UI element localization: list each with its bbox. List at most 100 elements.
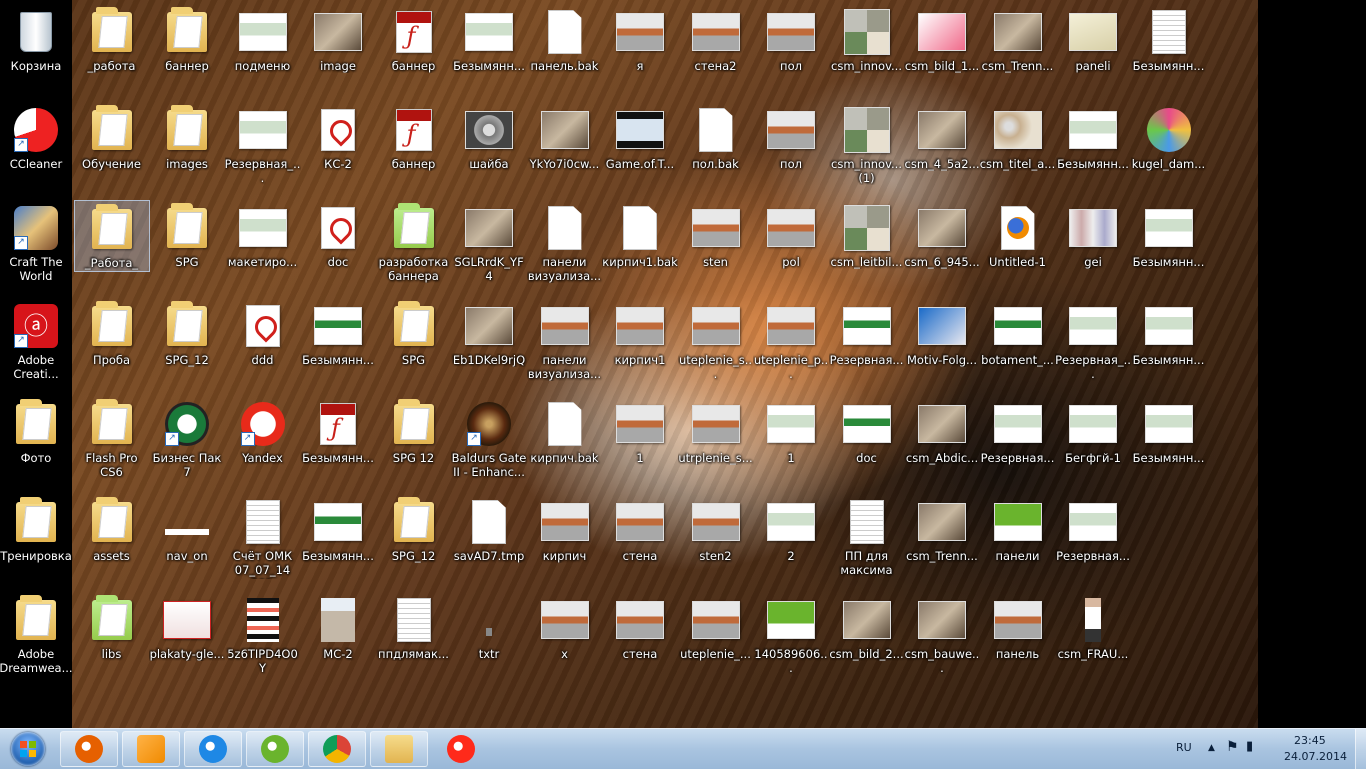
desktop-icon-yandex[interactable]: Yandex xyxy=(225,396,301,492)
show-desktop-button[interactable] xyxy=(1355,729,1366,769)
desktop-icon-панели-визуализа[interactable]: панели визуализа... xyxy=(527,200,603,296)
desktop-icon-craft-the-world[interactable]: Craft The World xyxy=(0,200,74,296)
desktop-icon-1[interactable]: 1 xyxy=(602,396,678,492)
taskbar-chrome-button[interactable] xyxy=(308,731,366,767)
desktop-icon-2[interactable]: 2 xyxy=(753,494,829,590)
desktop-icon-панели[interactable]: панели xyxy=(980,494,1056,590)
desktop-icon-paneli[interactable]: paneli xyxy=(1055,4,1131,100)
desktop-icon-баннер[interactable]: баннер xyxy=(149,4,225,100)
desktop-icon-savad7-tmp[interactable]: savAD7.tmp xyxy=(451,494,527,590)
desktop-icon-пол[interactable]: пол xyxy=(753,102,829,198)
desktop-icon-uteplenie[interactable]: uteplenie_... xyxy=(678,592,754,688)
desktop-icon-панели-визуализа[interactable]: панели визуализа... xyxy=(527,298,603,394)
desktop-icon-я[interactable]: я xyxy=(602,4,678,100)
desktop-icon-панель[interactable]: панель xyxy=(980,592,1056,688)
desktop-icon-ccleaner[interactable]: CCleaner xyxy=(0,102,74,198)
desktop-icon-csm-frau[interactable]: csm_FRAU... xyxy=(1055,592,1131,688)
desktop-icon-макетиро[interactable]: макетиро... xyxy=(225,200,301,296)
desktop-icon-x[interactable]: x xyxy=(527,592,603,688)
desktop-icon-txtr[interactable]: txtr xyxy=(451,592,527,688)
start-button[interactable] xyxy=(4,730,52,768)
language-indicator[interactable]: RU xyxy=(1176,741,1192,754)
desktop-icon-sglrrdk-yf4[interactable]: SGLRrdK_YF4 xyxy=(451,200,527,296)
desktop-icon-adobe-dreamwea[interactable]: Adobe Dreamwea... xyxy=(0,592,74,688)
desktop-icon-резервная[interactable]: Резервная_... xyxy=(225,102,301,198)
taskbar-yandex-browser-button[interactable] xyxy=(432,731,490,767)
desktop-icon-game-of-t[interactable]: Game.of.T... xyxy=(602,102,678,198)
desktop-icon-140589606[interactable]: 140589606... xyxy=(753,592,829,688)
desktop-icon-pol[interactable]: pol xyxy=(753,200,829,296)
desktop-icon-kugel-dam[interactable]: kugel_dam... xyxy=(1131,102,1207,198)
desktop-icon-5z6tipd4o0y[interactable]: 5z6TIPD4O0Y xyxy=(225,592,301,688)
desktop-icon-csm-4-5a2[interactable]: csm_4_5a2... xyxy=(904,102,980,198)
desktop-icon-assets[interactable]: assets xyxy=(74,494,150,590)
desktop-icon-spg-12[interactable]: SPG 12 xyxy=(376,396,452,492)
desktop-icon-работа[interactable]: _работа xyxy=(74,4,150,100)
desktop-icon-проба[interactable]: Проба xyxy=(74,298,150,394)
desktop-icon-мс-2[interactable]: МС-2 xyxy=(300,592,376,688)
desktop-icon-csm-innov[interactable]: csm_innov... xyxy=(829,4,905,100)
desktop-icon-motiv-folg[interactable]: Motiv-Folg... xyxy=(904,298,980,394)
desktop-icon-безымянн[interactable]: Безымянн... xyxy=(1131,298,1207,394)
desktop-icon-пол[interactable]: пол xyxy=(753,4,829,100)
desktop-icon-1[interactable]: 1 xyxy=(753,396,829,492)
taskbar-explorer-button[interactable] xyxy=(370,731,428,767)
desktop-icon-csm-6-945[interactable]: csm_6_945... xyxy=(904,200,980,296)
desktop-icon-безымянн[interactable]: Безымянн... xyxy=(1131,4,1207,100)
desktop-icon-бизнес-пак-7[interactable]: Бизнес Пак 7 xyxy=(149,396,225,492)
desktop-icon-utrplenie-s[interactable]: utrplenie_s... xyxy=(678,396,754,492)
desktop-icon-baldurs-gate-ii-enhanc[interactable]: Baldurs Gate II - Enhanc... xyxy=(451,396,527,492)
clock-time[interactable]: 23:45 xyxy=(1294,734,1326,747)
desktop-icon-баннер[interactable]: баннер xyxy=(376,4,452,100)
desktop-icon-безымянн[interactable]: Безымянн... xyxy=(300,396,376,492)
desktop-icon-стена[interactable]: стена xyxy=(602,592,678,688)
taskbar-firefox-button[interactable] xyxy=(60,731,118,767)
desktop-icon-sten2[interactable]: sten2 xyxy=(678,494,754,590)
desktop-icon-резервная[interactable]: Резервная_... xyxy=(1055,298,1131,394)
network-signal-icon[interactable]: ▮ xyxy=(1246,739,1253,754)
desktop-icon-libs[interactable]: libs xyxy=(74,592,150,688)
desktop-icon-безымянн[interactable]: Безымянн... xyxy=(451,4,527,100)
desktop-icon-кирпич[interactable]: кирпич xyxy=(527,494,603,590)
desktop-icon-csm-abdic[interactable]: csm_Abdic... xyxy=(904,396,980,492)
show-hidden-icons-arrow-icon[interactable]: ▲ xyxy=(1208,743,1215,753)
desktop-icon-кирпич1[interactable]: кирпич1 xyxy=(602,298,678,394)
taskbar-internet-explorer-button[interactable] xyxy=(184,731,242,767)
desktop-icon-ykyo7i0cw[interactable]: YkYo7i0cw... xyxy=(527,102,603,198)
desktop-icon-csm-bauwe[interactable]: csm_bauwe... xyxy=(904,592,980,688)
desktop-icon-doc[interactable]: doc xyxy=(300,200,376,296)
desktop-icon-резервная[interactable]: Резервная... xyxy=(829,298,905,394)
desktop-icon-безымянн[interactable]: Безымянн... xyxy=(300,494,376,590)
taskbar-media-player-button[interactable] xyxy=(122,731,180,767)
desktop-icon-csm-innov-1[interactable]: csm_innov... (1) xyxy=(829,102,905,198)
desktop-icon-разработка-баннера[interactable]: разработка баннера xyxy=(376,200,452,296)
desktop-icon-безымянн[interactable]: Безымянн... xyxy=(1131,396,1207,492)
desktop-icon-пп-для-максима[interactable]: ПП для максима xyxy=(829,494,905,590)
desktop-icon-uteplenie-p[interactable]: uteplenie_p... xyxy=(753,298,829,394)
desktop-icon-csm-titel-a[interactable]: csm_titel_a... xyxy=(980,102,1056,198)
desktop-icon-бегфгй-1[interactable]: Бегфгй-1 xyxy=(1055,396,1131,492)
desktop-icon-кс-2[interactable]: КС-2 xyxy=(300,102,376,198)
desktop-icon-nav-on[interactable]: nav_on xyxy=(149,494,225,590)
desktop-icon-ппдлямак[interactable]: ппдлямак... xyxy=(376,592,452,688)
desktop-icon-csm-trenn[interactable]: csm_Trenn... xyxy=(904,494,980,590)
desktop-icon-image[interactable]: image xyxy=(300,4,376,100)
desktop-icon-резервная[interactable]: Резервная... xyxy=(1055,494,1131,590)
desktop-icon-счёт-омк-07-07-14-001[interactable]: Счёт ОМК 07_07_14 001 xyxy=(225,494,301,590)
desktop-icon-резервная[interactable]: Резервная... xyxy=(980,396,1056,492)
desktop-icon-spg-12[interactable]: SPG_12 xyxy=(376,494,452,590)
clock-date[interactable]: 24.07.2014 xyxy=(1284,750,1347,763)
desktop-icon-botament[interactable]: botament_... xyxy=(980,298,1056,394)
desktop-icon-безымянн[interactable]: Безымянн... xyxy=(300,298,376,394)
desktop-icon-пол-bak[interactable]: пол.bak xyxy=(678,102,754,198)
desktop-icon-безымянн[interactable]: Безымянн... xyxy=(1055,102,1131,198)
desktop-icon-csm-leitbil[interactable]: csm_leitbil... xyxy=(829,200,905,296)
desktop-icon-plakaty-gle[interactable]: plakaty-gle... xyxy=(149,592,225,688)
desktop-icon-gei[interactable]: gei xyxy=(1055,200,1131,296)
desktop-icon-ddd[interactable]: ddd xyxy=(225,298,301,394)
desktop-icon-csm-bild-1[interactable]: csm_bild_1... xyxy=(904,4,980,100)
desktop-icon-баннер[interactable]: баннер xyxy=(376,102,452,198)
desktop-icon-sten[interactable]: sten xyxy=(678,200,754,296)
desktop-icon-spg-12[interactable]: SPG_12 xyxy=(149,298,225,394)
desktop-icon-фото[interactable]: Фото xyxy=(0,396,74,492)
